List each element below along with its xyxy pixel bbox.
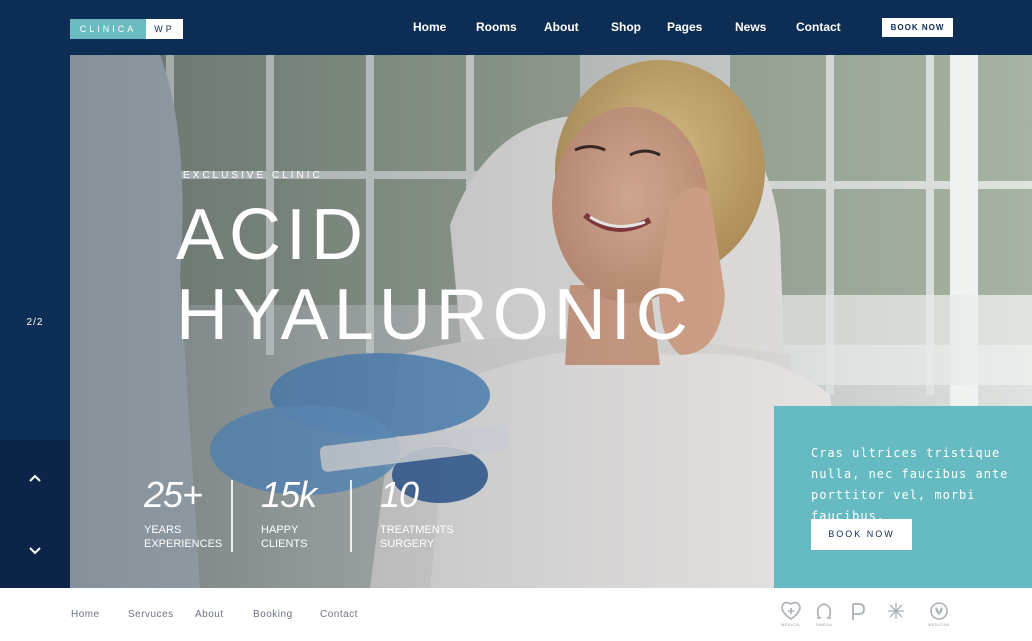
stat-label-line1: YEARS <box>144 524 182 536</box>
stat-label-line1: TREATMENTS <box>380 524 454 536</box>
nav-pages[interactable]: Pages <box>667 20 702 34</box>
chevron-down-icon[interactable] <box>27 543 43 559</box>
p-pharmacy-logo-icon[interactable] <box>842 600 872 630</box>
stat-label-line2: SURGERY <box>380 538 435 550</box>
stat-years: 25+ YEARS EXPERIENCES <box>144 475 222 551</box>
footer-link-booking[interactable]: Booking <box>253 609 293 620</box>
chevron-up-icon[interactable] <box>27 470 43 486</box>
info-book-now-button[interactable]: BOOK NOW <box>811 519 912 550</box>
header-book-now-button[interactable]: BOOK NOW <box>882 18 953 37</box>
slider-sidebar: 2/2 <box>0 55 70 588</box>
footer-link-services[interactable]: Servuces <box>128 609 174 620</box>
hero-title-line1: ACID <box>176 195 369 275</box>
hero-eyebrow: EXCLUSIVE CLINIC <box>183 170 323 181</box>
omega-pharma-logo-icon[interactable]: OMEGA <box>809 600 839 630</box>
site-header: CLINICA WP Home Rooms About Shop Pages N… <box>0 0 1032 55</box>
hero-title: ACID HYALURONIC <box>176 195 693 355</box>
info-box: Cras ultrices tristique nulla, nec fauci… <box>774 406 1032 588</box>
logo-clinica: CLINICA <box>70 19 146 39</box>
footer-link-about[interactable]: About <box>195 609 224 620</box>
stat-treatments: 10 TREATMENTS SURGERY <box>380 475 454 551</box>
medicine-logo-icon[interactable]: MEDICINE <box>924 600 954 630</box>
stat-value: 25+ <box>144 474 203 515</box>
brand-caption: OMEGA <box>815 622 833 627</box>
medical-team-logo-icon[interactable] <box>881 600 911 630</box>
nav-home[interactable]: Home <box>413 20 446 34</box>
site-logo[interactable]: CLINICA WP <box>70 19 183 39</box>
stat-label-line1: HAPPY <box>261 524 299 536</box>
footer-link-contact[interactable]: Contact <box>320 609 358 620</box>
stat-label: YEARS EXPERIENCES <box>144 523 222 551</box>
stat-divider <box>231 480 233 552</box>
stat-divider <box>350 480 352 552</box>
stat-label-line2: CLIENTS <box>261 538 308 550</box>
stat-label: TREATMENTS SURGERY <box>380 523 454 551</box>
nav-contact[interactable]: Contact <box>796 20 841 34</box>
slide-counter: 2/2 <box>26 317 44 328</box>
footer-link-home[interactable]: Home <box>71 609 100 620</box>
nav-news[interactable]: News <box>735 20 766 34</box>
stat-value: 15k <box>261 474 317 515</box>
logo-wp: WP <box>146 19 183 39</box>
nav-shop[interactable]: Shop <box>611 20 641 34</box>
stat-label-line2: EXPERIENCES <box>144 538 223 550</box>
slider-arrows <box>0 440 70 588</box>
stat-value: 10 <box>380 474 419 515</box>
stat-label: HAPPY CLIENTS <box>261 523 316 551</box>
medical-logo-icon[interactable]: MEDICAL <box>776 600 806 630</box>
hero-title-line2: HYALURONIC <box>176 275 693 355</box>
nav-about[interactable]: About <box>544 20 579 34</box>
nav-rooms[interactable]: Rooms <box>476 20 517 34</box>
info-text: Cras ultrices tristique nulla, nec fauci… <box>811 446 1009 523</box>
site-footer: Home Servuces About Booking Contact MEDI… <box>0 588 1032 641</box>
brand-caption: MEDICINE <box>928 622 950 627</box>
stat-clients: 15k HAPPY CLIENTS <box>261 474 317 551</box>
